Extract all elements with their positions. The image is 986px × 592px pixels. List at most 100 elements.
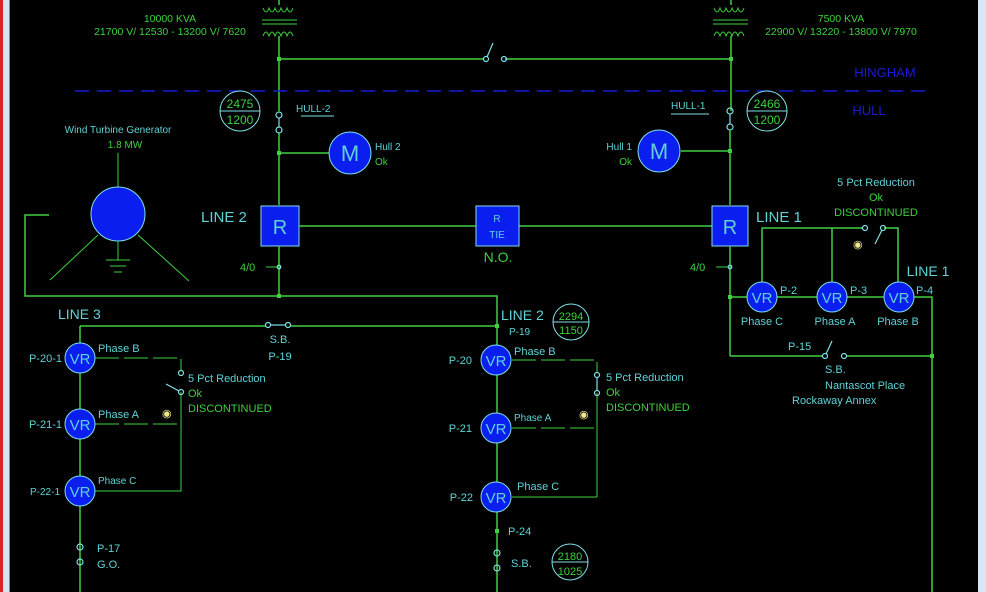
switch-p15-location2: Rockaway Annex	[792, 395, 877, 407]
motor-hull1-name: Hull 1	[606, 142, 632, 153]
regulator-pole: P-20	[449, 355, 472, 367]
regulator-phase: Phase A	[815, 316, 857, 328]
regulator-phase: Phase A	[98, 409, 140, 421]
line2-reduction-title: 5 Pct Reduction	[606, 372, 684, 384]
transformer-left[interactable]	[262, 0, 297, 111]
regulator-symbol: VR	[70, 484, 91, 501]
meter-hull2[interactable]: 2475 1200	[219, 90, 261, 132]
motor-hull2[interactable]: M	[328, 131, 372, 175]
transformer-right-kva: 7500 KVA	[818, 13, 865, 25]
line3-reduction-switch[interactable]	[165, 369, 185, 396]
junction-node	[277, 151, 281, 155]
recloser-line2[interactable]: R	[260, 205, 300, 247]
turbine-support-left	[49, 234, 99, 281]
cutout-p17-type: G.O.	[97, 559, 120, 571]
transformer-left-kva: 10000 KVA	[144, 13, 196, 25]
motor-hull2-symbol: M	[341, 141, 359, 166]
regulator-phase: Phase B	[514, 346, 556, 358]
regulator-pole: P-22-1	[30, 487, 60, 498]
recloser-line1-symbol: R	[723, 217, 737, 239]
meter-hull1[interactable]: 2466 1200	[746, 90, 788, 132]
conductor-line2: 4/0	[240, 262, 255, 274]
cutout-switch-hull2[interactable]	[275, 111, 283, 134]
regulator-line3-phase-b[interactable]: VR	[64, 342, 96, 374]
regulator-symbol: VR	[70, 417, 91, 434]
feeder-tag-hull2: HULL-2	[296, 104, 331, 115]
recloser-tie-sub: TIE	[489, 230, 505, 241]
lock-icon: ◉	[579, 409, 589, 421]
turbine-support-right	[137, 234, 190, 282]
line2-regulators-label: LINE 2	[501, 307, 544, 323]
junction-node	[277, 57, 281, 61]
lock-icon: ◉	[162, 408, 172, 420]
recloser-tie-symbol: R	[493, 214, 500, 225]
regulator-line1-phase-a[interactable]: VR	[816, 281, 848, 313]
switch-sb-p19-type: S.B.	[270, 334, 291, 346]
transformer-right[interactable]	[713, 0, 748, 111]
turbine-feed-wire	[24, 214, 279, 297]
switch-sb-p19-pole: P-19	[268, 351, 291, 363]
regulator-phase: Phase A	[514, 413, 552, 424]
line2-reduction-state: DISCONTINUED	[606, 402, 690, 414]
recloser-tie[interactable]: R TIE	[475, 205, 520, 247]
junction-node	[729, 57, 733, 61]
regulator-pole: P-22	[450, 492, 473, 504]
switch-p15-pole: P-15	[788, 341, 811, 353]
regulator-symbol: VR	[70, 351, 91, 368]
regulator-line2-phase-b[interactable]: VR	[480, 344, 512, 376]
meter-hull2-top: 2475	[227, 97, 254, 111]
transformer-right-voltage: 22900 V/ 13220 - 13800 V/ 7970	[765, 26, 917, 38]
regulator-line2-phase-c[interactable]: VR	[480, 481, 512, 513]
lock-icon: ◉	[853, 239, 863, 251]
regulator-phase: Phase C	[517, 481, 559, 493]
recloser-line1[interactable]: R	[711, 205, 749, 247]
line2-reduction-switch[interactable]	[593, 371, 601, 397]
line1-reduction-switch[interactable]	[861, 224, 887, 245]
downstream-switch-type: S.B.	[511, 558, 532, 570]
downstream-pole: P-24	[508, 526, 531, 538]
boundary-label-hull: HULL	[852, 103, 885, 118]
regulator-phase: Phase C	[98, 476, 136, 487]
line3-regulators-label: LINE 3	[58, 306, 101, 322]
meter-line2-top: 2294	[559, 311, 583, 323]
regulator-line3-phase-c[interactable]: VR	[64, 475, 96, 507]
motor-hull2-status: Ok	[375, 157, 389, 168]
meter-hull1-top: 2466	[754, 97, 781, 111]
switch-p15-location1: Nantascot Place	[825, 380, 905, 392]
junction-node	[728, 149, 732, 153]
regulator-symbol: VR	[486, 421, 507, 438]
wind-turbine-generator[interactable]	[90, 186, 146, 242]
regulator-line2-phase-a[interactable]: VR	[480, 412, 512, 444]
meter-line2[interactable]: 2294 1150	[552, 303, 590, 341]
meter-line2-bottom: 1150	[559, 325, 583, 337]
bus-tie-switch-open[interactable]	[482, 42, 508, 63]
recloser-line2-label: LINE 2	[201, 209, 247, 226]
motor-hull1[interactable]: M	[637, 129, 681, 173]
line1-reduction-state: DISCONTINUED	[834, 207, 918, 219]
switch-p15[interactable]	[821, 340, 848, 360]
switch-sb-p19[interactable]	[264, 321, 292, 329]
regulator-line1-phase-c[interactable]: VR	[746, 281, 778, 313]
motor-hull1-status: Ok	[619, 157, 633, 168]
cutout-switch-hull1[interactable]	[726, 107, 734, 131]
wind-turbine-rating: 1.8 MW	[108, 140, 143, 151]
line2-regulators-pole: P-19	[509, 327, 531, 338]
junction-node	[728, 295, 732, 299]
cutout-p17-pole: P-17	[97, 543, 120, 555]
recloser-line2-symbol: R	[273, 217, 287, 239]
meter-downstream[interactable]: 2180 1025	[551, 543, 589, 581]
regulator-line3-phase-a[interactable]: VR	[64, 408, 96, 440]
regulator-line1-phase-b[interactable]: VR	[883, 281, 915, 313]
meter-downstream-top: 2180	[558, 551, 582, 563]
line2-reduction-status: Ok	[606, 387, 621, 399]
one-line-diagram: 10000 KVA 21700 V/ 12530 - 13200 V/ 7620…	[24, 0, 950, 592]
regulator-phase: Phase C	[741, 316, 783, 328]
recloser-tie-status: N.O.	[484, 249, 513, 265]
line1-regulators-label: LINE 1	[907, 263, 950, 279]
junction-node	[930, 354, 934, 358]
regulator-phase: Phase B	[877, 316, 919, 328]
window-scrollbar-right[interactable]	[978, 0, 986, 592]
regulator-pole: P-21-1	[29, 419, 62, 431]
switch-p15-type: S.B.	[825, 364, 846, 376]
line1-reduction-title: 5 Pct Reduction	[837, 177, 915, 189]
